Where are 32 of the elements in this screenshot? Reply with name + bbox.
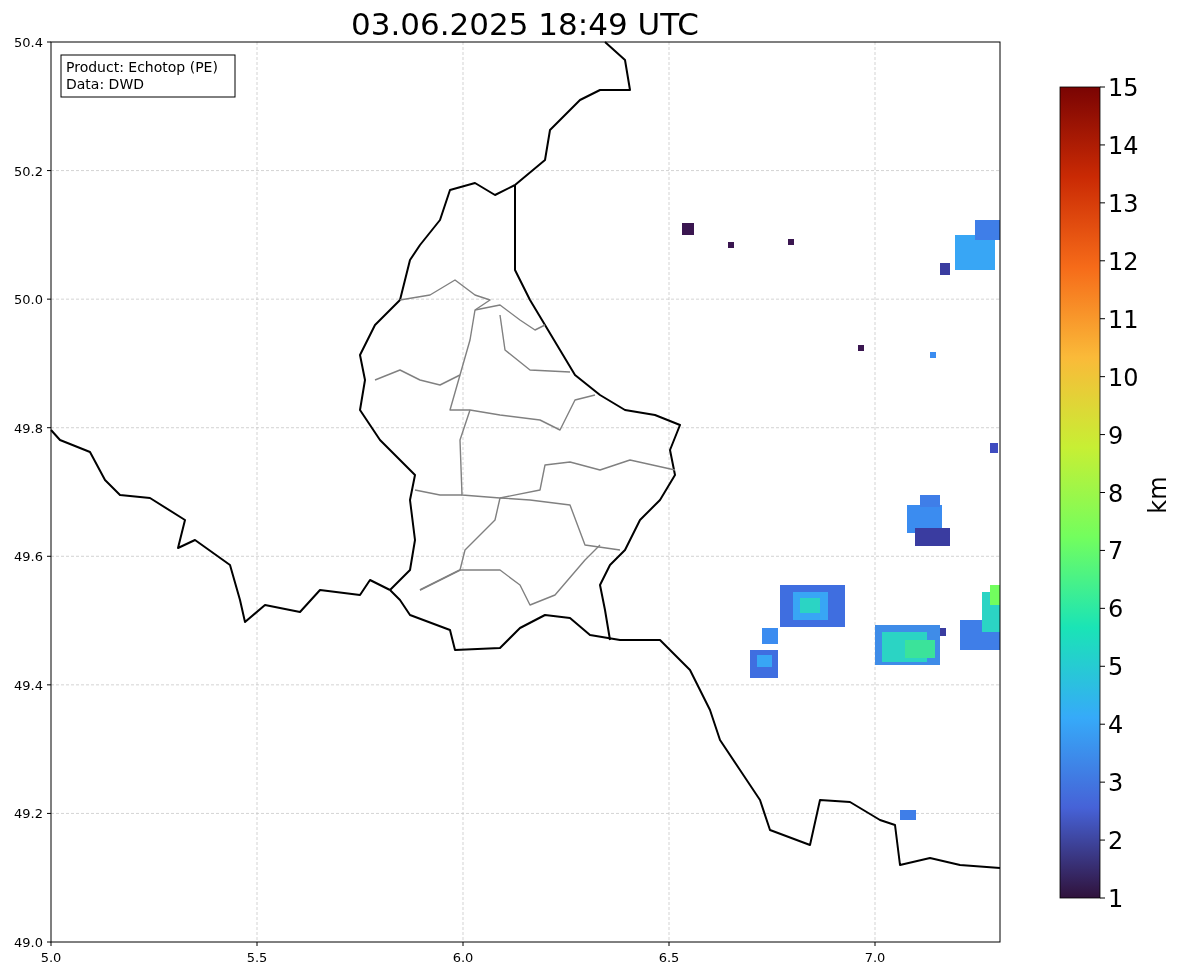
colorbar-label: 13: [1108, 189, 1139, 218]
colorbar-label: 10: [1108, 363, 1139, 392]
colorbar-label: 9: [1108, 421, 1124, 450]
colorbar-label: 8: [1108, 479, 1124, 508]
x-axis-label: 6.5: [658, 950, 680, 965]
colorbar-label: 5: [1108, 653, 1124, 682]
y-axis-label: 49.8: [14, 420, 43, 436]
x-axis-label: 6.0: [452, 950, 474, 965]
colorbar-label: 14: [1108, 131, 1139, 160]
colorbar-label: 3: [1108, 769, 1124, 798]
colorbar-label: 1: [1108, 885, 1124, 913]
colorbar-title: km: [1144, 476, 1172, 514]
colorbar-label: 11: [1108, 305, 1139, 334]
info-text: Data: DWD: [66, 76, 144, 92]
chart-title: 03.06.2025 18:49 UTC: [351, 6, 699, 42]
y-axis-label: 50.4: [14, 35, 43, 50]
y-axis-label: 50.0: [14, 292, 43, 308]
y-axis-label: 50.2: [14, 163, 43, 179]
y-axis-label: 49.4: [14, 677, 43, 693]
colorbar-label: 15: [1108, 74, 1139, 102]
y-axis-label: 49.6: [14, 549, 43, 565]
colorbar-label: 7: [1108, 537, 1124, 566]
colorbar-label: 6: [1108, 595, 1124, 624]
x-axis-label: 5.0: [40, 950, 62, 965]
colorbar-label: 12: [1108, 247, 1139, 276]
y-axis-label: 49.0: [14, 935, 43, 950]
x-axis-label: 5.5: [246, 950, 268, 965]
x-axis-label: 7.0: [864, 950, 886, 965]
colorbar-label: 2: [1108, 827, 1124, 856]
colorbar-label: 4: [1108, 711, 1124, 740]
y-axis-label: 49.2: [14, 806, 43, 822]
info-text: Product: Echotop (PE): [66, 59, 218, 75]
